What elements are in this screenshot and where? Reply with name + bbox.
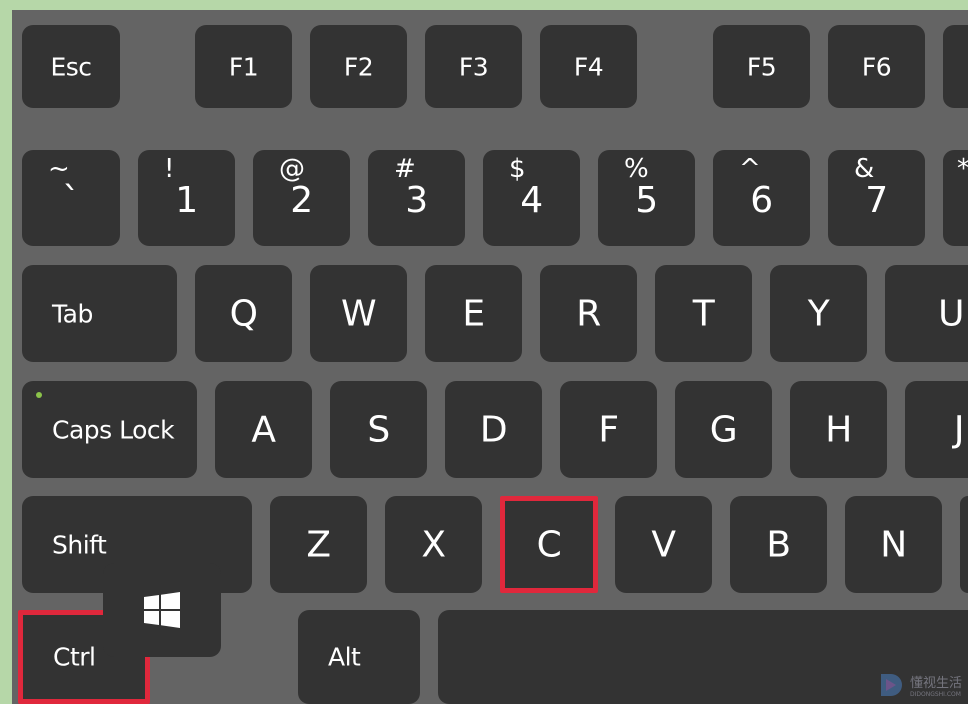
key-label: Ctrl bbox=[53, 642, 96, 672]
key-partial-1-0[interactable]: ~ ` bbox=[22, 150, 120, 246]
key-label: W bbox=[340, 293, 377, 334]
watermark-subtext: DIDONGSHI.COM bbox=[909, 691, 961, 698]
key-4[interactable]: $4 bbox=[483, 150, 580, 246]
key-label: G bbox=[709, 409, 738, 450]
caps-lock-indicator bbox=[36, 392, 42, 398]
key-label: Caps Lock bbox=[52, 415, 175, 444]
key-1[interactable]: ! 1 bbox=[138, 150, 235, 246]
key-tab[interactable]: Tab bbox=[22, 265, 177, 362]
key-label: T bbox=[692, 293, 715, 334]
key-c[interactable]: C bbox=[500, 496, 598, 593]
key-a[interactable]: A bbox=[215, 381, 312, 478]
key-alt[interactable]: Alt bbox=[298, 610, 420, 704]
key-label: 3 bbox=[405, 180, 428, 221]
key-label: Y bbox=[807, 293, 830, 334]
key-d[interactable]: D bbox=[445, 381, 542, 478]
key-f5[interactable]: F5 bbox=[713, 25, 810, 108]
key-t[interactable]: T bbox=[655, 265, 752, 362]
key-partial-0-7[interactable] bbox=[943, 25, 968, 108]
key-j[interactable]: J bbox=[905, 381, 968, 478]
key-u[interactable]: U bbox=[885, 265, 968, 362]
key-z[interactable]: Z bbox=[270, 496, 367, 593]
key-g[interactable]: G bbox=[675, 381, 772, 478]
key-label: Tab bbox=[52, 299, 93, 328]
key-label: ` bbox=[62, 180, 80, 221]
key-label: F5 bbox=[746, 52, 777, 81]
key-shift-symbol: * bbox=[957, 154, 968, 184]
key-label: 5 bbox=[635, 180, 658, 221]
windows-logo-icon bbox=[144, 592, 180, 628]
key-6[interactable]: ^ 6 bbox=[713, 150, 810, 246]
key-w[interactable]: W bbox=[310, 265, 407, 362]
key-label: X bbox=[421, 524, 446, 565]
key-label: R bbox=[576, 293, 601, 334]
key-label: Esc bbox=[50, 52, 92, 81]
key-e[interactable]: E bbox=[425, 265, 522, 362]
key-label: V bbox=[651, 524, 676, 565]
key-caps-lock[interactable]: Caps Lock bbox=[22, 381, 197, 478]
keyboard: EscF1F2F3F4F5F6~`!1@2#3$4%5^6&7*TabQWERT… bbox=[12, 10, 968, 704]
key-q[interactable]: Q bbox=[195, 265, 292, 362]
key-label: Z bbox=[306, 524, 331, 565]
key-label: F6 bbox=[861, 52, 892, 81]
key-label: H bbox=[825, 409, 852, 450]
key-label: C bbox=[536, 524, 562, 565]
key-label: E bbox=[462, 293, 485, 334]
key-3[interactable]: #3 bbox=[368, 150, 465, 246]
key-label: 4 bbox=[520, 180, 543, 221]
key-f1[interactable]: F1 bbox=[195, 25, 292, 108]
key-partial-1-8[interactable]: * bbox=[943, 150, 968, 246]
key-label: F4 bbox=[573, 52, 604, 81]
key-f[interactable]: F bbox=[560, 381, 657, 478]
key-label: 1 bbox=[175, 180, 198, 221]
key-f3[interactable]: F3 bbox=[425, 25, 522, 108]
key-label: D bbox=[479, 409, 508, 450]
key-esc[interactable]: Esc bbox=[22, 25, 120, 108]
key-label: Alt bbox=[328, 642, 361, 672]
key-f4[interactable]: F4 bbox=[540, 25, 637, 108]
key-label: J bbox=[953, 409, 965, 450]
key-label: F1 bbox=[228, 52, 259, 81]
key-label: Q bbox=[229, 293, 258, 334]
key-r[interactable]: R bbox=[540, 265, 637, 362]
key-label: N bbox=[880, 524, 907, 565]
key-label: 2 bbox=[290, 180, 313, 221]
key-label: A bbox=[251, 409, 276, 450]
key-n[interactable]: N bbox=[845, 496, 942, 593]
key-y[interactable]: Y bbox=[770, 265, 867, 362]
key-f2[interactable]: F2 bbox=[310, 25, 407, 108]
key-label: B bbox=[766, 524, 791, 565]
key-label: Shift bbox=[52, 530, 107, 559]
watermark-logo-icon bbox=[880, 674, 902, 696]
watermark: 懂视生活 DIDONGSHI.COM bbox=[877, 670, 962, 700]
key-s[interactable]: S bbox=[330, 381, 427, 478]
key-label: 6 bbox=[750, 180, 773, 221]
key-2[interactable]: @2 bbox=[253, 150, 350, 246]
key-label: U bbox=[938, 293, 964, 334]
key-v[interactable]: V bbox=[615, 496, 712, 593]
key-h[interactable]: H bbox=[790, 381, 887, 478]
key-label: F bbox=[598, 409, 619, 450]
key-label: F2 bbox=[343, 52, 374, 81]
key-label: 7 bbox=[865, 180, 888, 221]
key-label: F3 bbox=[458, 52, 489, 81]
key-label: S bbox=[367, 409, 390, 450]
key-5[interactable]: % 5 bbox=[598, 150, 695, 246]
key-windows[interactable] bbox=[103, 563, 221, 657]
key-partial-4-7[interactable] bbox=[960, 496, 968, 593]
key-b[interactable]: B bbox=[730, 496, 827, 593]
key-7[interactable]: & 7 bbox=[828, 150, 925, 246]
key-f6[interactable]: F6 bbox=[828, 25, 925, 108]
watermark-text: 懂视生活 bbox=[909, 676, 962, 691]
key-x[interactable]: X bbox=[385, 496, 482, 593]
